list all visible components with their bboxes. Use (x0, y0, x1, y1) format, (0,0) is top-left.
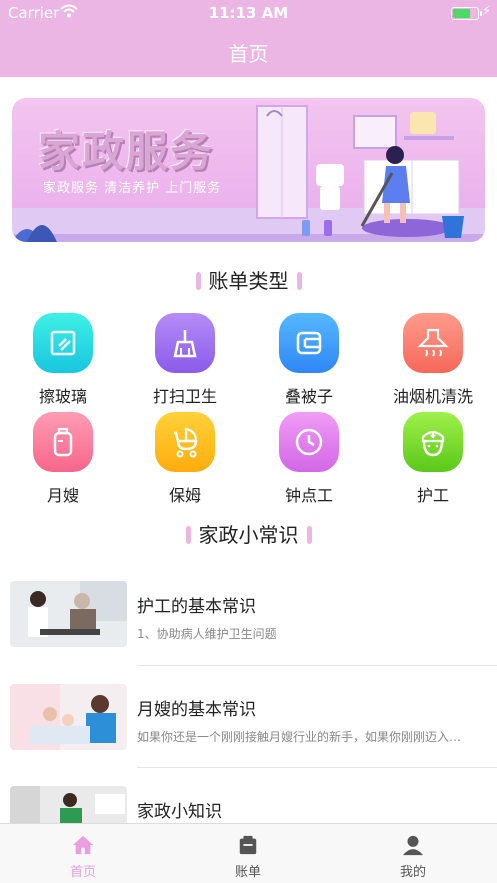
battery-icon (451, 7, 482, 20)
article-title: 护工的基本常识 (137, 597, 256, 617)
divider (137, 767, 497, 768)
tab-bar: 首页 账单 我的 (0, 823, 497, 883)
stroller-icon (155, 412, 215, 472)
home-screen: Carrier 11:13 AM ⚡ 首页 家政服务 家政服务 清洁养护 上门服… (0, 0, 497, 883)
bill-type-label: 叠被子 (284, 387, 333, 406)
tab-home[interactable]: 首页 (43, 834, 123, 880)
bill-type-item[interactable]: 钟点工 (254, 412, 364, 506)
bill-type-label: 护工 (416, 486, 449, 505)
bill-type-item[interactable]: 油烟机清洗 (378, 313, 488, 407)
title-bar-left (185, 526, 191, 544)
baby-bottle-icon (33, 412, 93, 472)
knowledge-section-title-text: 家政小常识 (198, 523, 299, 547)
status-bar: Carrier 11:13 AM ⚡ (0, 0, 497, 26)
battery-level (453, 9, 470, 18)
glass-icon (33, 313, 93, 373)
bill-type-label: 擦玻璃 (38, 387, 87, 406)
knowledge-section-title: 家政小常识 (0, 519, 497, 548)
bill-icon (208, 834, 288, 856)
divider (137, 665, 497, 666)
bill-type-label: 打扫卫生 (152, 387, 217, 406)
bill-section-title-text: 账单类型 (208, 269, 289, 293)
bill-type-label: 钟点工 (284, 486, 333, 505)
bill-type-item[interactable]: 月嫂 (8, 412, 118, 506)
bill-type-label: 月嫂 (46, 486, 79, 505)
article-thumbnail (10, 684, 127, 750)
article-summary: 1、协助病人维护卫生问题 (137, 627, 277, 641)
article-title: 家政小知识 (137, 802, 222, 822)
bill-type-item[interactable]: 护工 (378, 412, 488, 506)
article-title: 月嫂的基本常识 (137, 700, 256, 720)
banner-title: 家政服务 (38, 127, 215, 176)
header: Carrier 11:13 AM ⚡ 首页 (0, 0, 497, 77)
tab-home-label: 首页 (69, 865, 96, 880)
bill-type-item[interactable]: 保姆 (130, 412, 240, 506)
bill-type-item[interactable]: 擦玻璃 (8, 313, 118, 407)
bill-type-label: 保姆 (168, 486, 201, 505)
bill-type-label: 油烟机清洗 (392, 387, 473, 406)
title-bar-left (195, 272, 201, 290)
broom-icon (155, 313, 215, 373)
tab-profile-label: 我的 (399, 865, 426, 880)
tab-bill-label: 账单 (234, 865, 261, 880)
title-bar-right (296, 272, 302, 290)
status-time: 11:13 AM (208, 4, 289, 22)
tab-bill[interactable]: 账单 (208, 834, 288, 880)
tab-profile[interactable]: 我的 (373, 834, 453, 880)
bill-type-item[interactable]: 打扫卫生 (130, 313, 240, 407)
article-summary: 如果你还是一个刚刚接触月嫂行业的新手，如果你刚刚迈入月嫂行业 (137, 730, 472, 744)
range-hood-icon (403, 313, 463, 373)
bill-type-item[interactable]: 叠被子 (254, 313, 364, 407)
page-title: 首页 (228, 42, 269, 66)
article-item[interactable]: 护工的基本常识 1、协助病人维护卫生问题 (0, 581, 497, 683)
bill-section-title: 账单类型 (0, 265, 497, 294)
banner-subtitle: 家政服务 清洁养护 上门服务 (43, 181, 222, 196)
title-bar-right (306, 526, 312, 544)
profile-icon (373, 834, 453, 856)
home-icon (43, 834, 123, 856)
article-thumbnail (10, 581, 127, 647)
nurse-icon (403, 412, 463, 472)
clock-icon (279, 412, 339, 472)
quilt-icon (279, 313, 339, 373)
charging-icon: ⚡ (481, 4, 491, 19)
promo-banner[interactable]: 家政服务 家政服务 清洁养护 上门服务 (12, 98, 485, 242)
article-item[interactable]: 月嫂的基本常识 如果你还是一个刚刚接触月嫂行业的新手，如果你刚刚迈入月嫂行业 (0, 684, 497, 786)
